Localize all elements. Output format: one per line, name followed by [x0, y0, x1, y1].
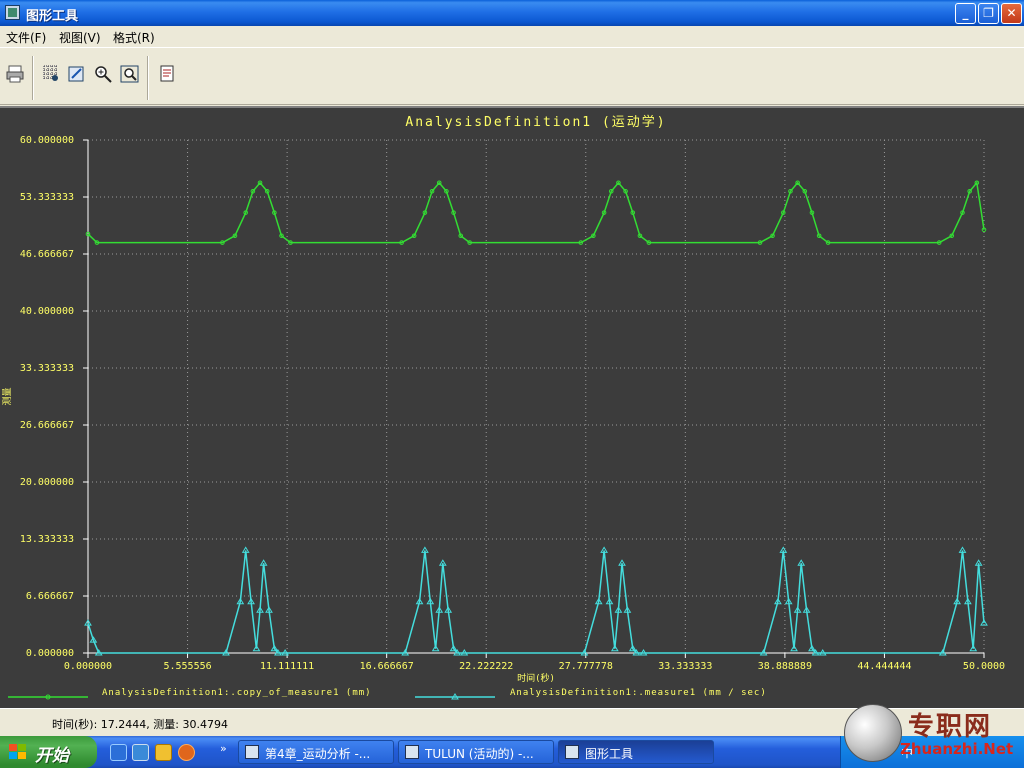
y-tick-label: 46.666667	[20, 249, 74, 260]
menu-bar: 文件(F) 视图(V) 格式(R)	[0, 26, 1024, 46]
y-tick-label: 20.000000	[20, 477, 74, 488]
x-tick-label: 33.333333	[658, 661, 712, 672]
legend-1-label: AnalysisDefinition1:.copy_of_measure1 (m…	[102, 688, 372, 698]
toolbar-separator	[147, 56, 149, 100]
folder-icon[interactable]	[155, 744, 172, 761]
chart[interactable]: AnalysisDefinition1 (运动学) 0.000000 5.55555…	[0, 108, 1024, 708]
x-tick-label: 44.444444	[857, 661, 911, 672]
legend-2-label: AnalysisDefinition1:.measure1 (mm / sec)	[510, 688, 767, 698]
app-icon	[5, 5, 20, 20]
edit-axes-icon[interactable]	[67, 64, 87, 84]
y-tick-label: 53.333333	[20, 192, 74, 203]
firefox-icon[interactable]	[178, 744, 195, 761]
x-tick-label: 22.222222	[459, 661, 513, 672]
quicklaunch-more[interactable]: »	[220, 742, 227, 755]
plot-panel[interactable]: AnalysisDefinition1 (运动学) 0.000000 5.55555…	[0, 106, 1024, 708]
y-tick-label: 13.333333	[20, 534, 74, 545]
series-2-line	[87, 550, 985, 654]
x-tick-label: 50.0000	[963, 661, 1005, 672]
series-1-line	[87, 181, 985, 244]
toolbar-separator	[32, 56, 34, 100]
export-icon[interactable]	[157, 64, 177, 84]
menu-view[interactable]: 视图(V)	[59, 29, 101, 46]
start-button[interactable]: 开始	[0, 736, 97, 768]
y-tick-label: 33.333333	[20, 363, 74, 374]
menu-file[interactable]: 文件(F)	[6, 29, 46, 46]
chart-title: AnalysisDefinition1 (运动学)	[405, 114, 666, 130]
task-label: 第4章_运动分析 -...	[265, 747, 371, 761]
maximize-button[interactable]: ❐	[978, 3, 999, 24]
browser-icon[interactable]	[132, 744, 149, 761]
app-window-icon	[565, 745, 579, 759]
x-tick-label: 27.777778	[559, 661, 613, 672]
document-icon	[245, 745, 259, 759]
watermark-logo-icon	[844, 704, 902, 762]
x-tick-label: 11.111111	[260, 661, 314, 672]
app-window-icon	[405, 745, 419, 759]
x-tick-label: 38.888889	[758, 661, 812, 672]
y-axis-label: 测量	[2, 387, 13, 405]
task-label: 图形工具	[585, 747, 634, 761]
watermark-cn: 专职网	[908, 712, 993, 742]
zoom-in-icon[interactable]	[93, 64, 113, 84]
x-tick-label: 16.666667	[360, 661, 414, 672]
y-tick-label: 6.666667	[26, 591, 74, 602]
x-tick-label: 5.555556	[163, 661, 211, 672]
toolbar	[0, 47, 1024, 105]
task-tulun[interactable]: TULUN (活动的) -...	[398, 740, 554, 764]
zoom-fit-icon[interactable]	[120, 64, 140, 84]
ie-icon[interactable]	[110, 744, 127, 761]
minimize-button[interactable]: _	[955, 3, 976, 24]
window-title: 图形工具	[26, 9, 79, 24]
y-tick-label: 60.000000	[20, 135, 74, 146]
y-tick-label: 0.000000	[26, 648, 74, 659]
task-label: TULUN (活动的) -...	[425, 747, 534, 761]
watermark: 专职网 Zhuanzhi.Net	[842, 702, 1024, 768]
y-tick-label: 26.666667	[20, 420, 74, 431]
windows-logo-icon	[9, 744, 26, 759]
close-button[interactable]: ✕	[1001, 3, 1022, 24]
x-axis-label: 时间(秒)	[517, 672, 555, 684]
menu-format[interactable]: 格式(R)	[113, 29, 155, 46]
status-readout: 时间(秒): 17.2444, 测量: 30.4794	[52, 718, 228, 731]
print-icon[interactable]	[5, 64, 25, 84]
task-graph-tool[interactable]: 图形工具	[558, 740, 714, 764]
y-tick-label: 40.000000	[20, 306, 74, 317]
watermark-en: Zhuanzhi.Net	[900, 740, 1014, 758]
x-tick-label: 0.000000	[64, 661, 112, 672]
start-label: 开始	[35, 746, 69, 766]
title-bar[interactable]: 图形工具 _ ❐ ✕	[0, 0, 1024, 26]
grid-icon[interactable]	[42, 64, 62, 84]
task-chapter4[interactable]: 第4章_运动分析 -...	[238, 740, 394, 764]
